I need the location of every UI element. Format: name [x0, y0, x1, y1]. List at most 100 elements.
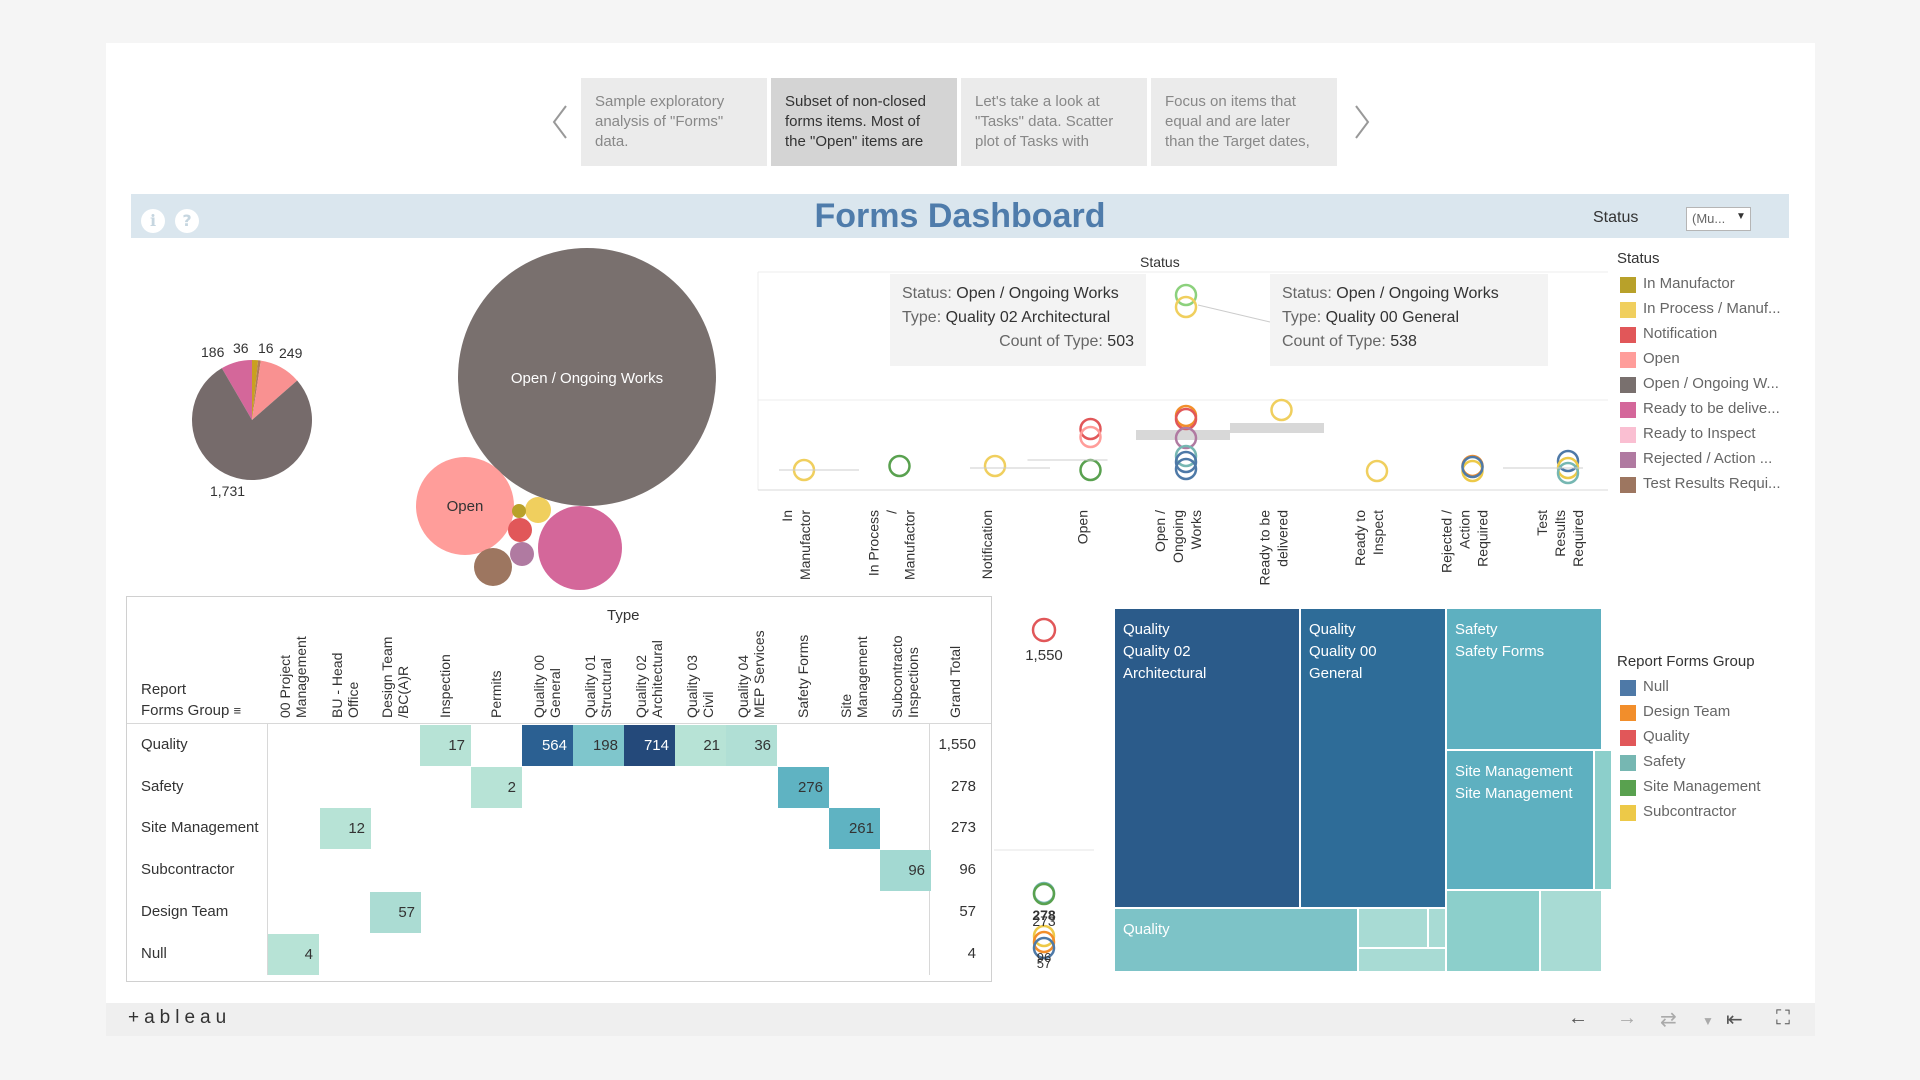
legend-label[interactable]: Safety: [1643, 753, 1686, 770]
crosstab-cell[interactable]: 96: [880, 850, 931, 891]
crosstab-cell[interactable]: 198: [573, 725, 624, 766]
replay-icon[interactable]: ⇄: [1660, 1007, 1677, 1032]
legend-swatch[interactable]: [1620, 452, 1636, 468]
crosstab-cell[interactable]: 714: [624, 725, 675, 766]
treemap-tile[interactable]: [1358, 948, 1446, 972]
column-header: Subcontracto Inspections: [889, 635, 921, 719]
treemap-tile[interactable]: [1594, 750, 1612, 890]
row-header[interactable]: Quality: [141, 736, 188, 753]
redo-icon[interactable]: →: [1617, 1007, 1637, 1030]
story-prev-arrow-icon[interactable]: [550, 102, 570, 142]
legend-swatch[interactable]: [1620, 427, 1636, 443]
column-header: Quality 03 Civil: [684, 654, 716, 718]
crosstab-cell[interactable]: 17: [420, 725, 471, 766]
pie-label: 249: [279, 345, 303, 361]
legend-swatch[interactable]: [1620, 302, 1636, 318]
legend-swatch[interactable]: [1620, 377, 1636, 393]
legend-label[interactable]: Site Management: [1643, 778, 1761, 795]
status-chart-title: Status: [1140, 254, 1180, 270]
legend-label[interactable]: Null: [1643, 678, 1669, 695]
bubble-in-manufactor: [512, 504, 526, 518]
column-header: Safety Forms: [795, 634, 811, 718]
treemap-tile[interactable]: Site Management Site Management: [1446, 750, 1594, 890]
chevron-down-icon[interactable]: ▼: [1702, 1014, 1714, 1028]
treemap-label: Site Management: [1455, 763, 1573, 780]
legend-swatch[interactable]: [1620, 755, 1636, 771]
status-pie-chart[interactable]: [190, 340, 320, 500]
row-header[interactable]: Site Management: [141, 819, 259, 836]
legend-label[interactable]: Rejected / Action ...: [1643, 450, 1772, 467]
treemap-tile[interactable]: Quality Quality 00 General: [1300, 608, 1446, 908]
crosstab-cell[interactable]: 21: [675, 725, 726, 766]
legend-swatch[interactable]: [1620, 705, 1636, 721]
row-header[interactable]: Subcontractor: [141, 861, 234, 878]
crosstab-cell[interactable]: 57: [370, 892, 421, 933]
legend-label[interactable]: Ready to be delive...: [1643, 400, 1780, 417]
undo-icon[interactable]: ←: [1568, 1007, 1588, 1030]
treemap-tile[interactable]: [1446, 890, 1540, 972]
tableau-logo[interactable]: +ableau: [128, 1007, 231, 1029]
legend-swatch[interactable]: [1620, 402, 1636, 418]
story-point-1[interactable]: Sample exploratory analysis of "Forms" d…: [581, 78, 767, 166]
legend-label[interactable]: Subcontractor: [1643, 803, 1736, 820]
info-icon[interactable]: i: [141, 209, 165, 233]
grand-total-cell: 1,550: [938, 736, 976, 753]
treemap-tile[interactable]: [1358, 908, 1428, 948]
row-header[interactable]: Design Team: [141, 903, 228, 920]
legend-swatch[interactable]: [1620, 730, 1636, 746]
dot-label: 57: [1037, 956, 1051, 971]
legend-label[interactable]: Open: [1643, 350, 1680, 367]
legend-swatch[interactable]: [1620, 477, 1636, 493]
legend-swatch[interactable]: [1620, 327, 1636, 343]
total-dot-plot[interactable]: 1,550 278 273 96 57: [994, 610, 1094, 990]
crosstab-cell[interactable]: 564: [522, 725, 573, 766]
legend-label[interactable]: Notification: [1643, 325, 1717, 342]
legend-label[interactable]: In Process / Manuf...: [1643, 300, 1781, 317]
crosstab-cell[interactable]: 261: [829, 808, 880, 849]
legend-swatch[interactable]: [1620, 277, 1636, 293]
row-header[interactable]: Safety: [141, 778, 184, 795]
legend-label[interactable]: Design Team: [1643, 703, 1730, 720]
treemap-label: Safety Forms: [1455, 643, 1545, 660]
status-bubble-chart[interactable]: Open / Ongoing Works Open: [400, 240, 740, 600]
help-icon[interactable]: ?: [175, 209, 199, 233]
story-point-4[interactable]: Focus on items that equal and are later …: [1151, 78, 1337, 166]
legend-swatch[interactable]: [1620, 780, 1636, 796]
legend-swatch[interactable]: [1620, 352, 1636, 368]
treemap-label: Architectural: [1123, 665, 1207, 682]
grand-total-cell: 4: [967, 945, 976, 962]
legend-label[interactable]: Open / Ongoing W...: [1643, 375, 1779, 392]
crosstab-cell[interactable]: 2: [471, 767, 522, 808]
row-header[interactable]: Null: [141, 945, 167, 962]
legend-label[interactable]: Ready to Inspect: [1643, 425, 1756, 442]
legend-swatch[interactable]: [1620, 680, 1636, 696]
treemap-tile[interactable]: Safety Safety Forms: [1446, 608, 1602, 750]
story-point-2[interactable]: Subset of non-closed forms items. Most o…: [771, 78, 957, 166]
column-header: Site Management: [838, 636, 870, 718]
story-next-arrow-icon[interactable]: [1352, 102, 1372, 142]
treemap-label: Quality: [1309, 621, 1356, 638]
sort-icon[interactable]: ≡: [234, 703, 242, 718]
column-header: Inspection: [437, 654, 453, 718]
column-header: Design Team/BC(A)R: [379, 636, 411, 718]
fullscreen-icon[interactable]: ⛶: [1776, 1007, 1790, 1030]
treemap-tile[interactable]: [1540, 890, 1602, 972]
revert-icon[interactable]: ⇤: [1726, 1007, 1743, 1032]
grand-total-cell: 96: [959, 861, 976, 878]
legend-label[interactable]: In Manufactor: [1643, 275, 1735, 292]
legend-label[interactable]: Quality: [1643, 728, 1690, 745]
treemap[interactable]: Quality Quality 02 Architectural Quality Qu…: [1114, 608, 1612, 972]
treemap-tile[interactable]: Quality Quality 02 Architectural: [1114, 608, 1300, 908]
legend-label[interactable]: Test Results Requi...: [1643, 475, 1781, 492]
crosstab-cell[interactable]: 36: [726, 725, 777, 766]
crosstab-cell[interactable]: 276: [778, 767, 829, 808]
treemap-tile[interactable]: Quality: [1114, 908, 1358, 972]
treemap-tile[interactable]: [1428, 908, 1446, 948]
story-point-3[interactable]: Let's take a look at "Tasks" data. Scatt…: [961, 78, 1147, 166]
chevron-down-icon[interactable]: ▼: [1736, 211, 1746, 222]
divider: [127, 723, 991, 724]
crosstab-cell[interactable]: 4: [268, 934, 319, 975]
column-header: Permits: [488, 670, 504, 718]
legend-swatch[interactable]: [1620, 805, 1636, 821]
crosstab-cell[interactable]: 12: [320, 808, 371, 849]
